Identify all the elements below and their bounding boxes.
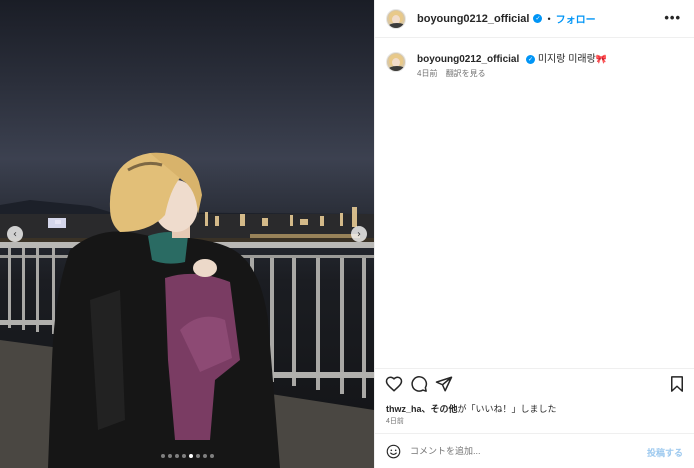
liked-by-text: thwz_ha、その他が「いいね！」しました <box>386 402 557 415</box>
verified-badge-icon: ✓ <box>533 14 543 23</box>
header-separator: • <box>547 13 551 24</box>
share-icon[interactable] <box>435 375 453 393</box>
post-date[interactable]: 4日前 <box>386 416 404 426</box>
heart-icon[interactable] <box>385 375 403 393</box>
carousel-dot <box>181 454 186 458</box>
carousel-dot <box>202 454 207 458</box>
more-icon[interactable]: ••• <box>664 10 681 25</box>
carousel-dot <box>167 454 172 458</box>
liked-by-suffix: が「いいね！」しました <box>457 404 557 414</box>
liked-by-others-link[interactable]: 、その他 <box>422 404 458 414</box>
caption-time: 4日前 <box>417 69 438 78</box>
carousel-indicator <box>0 454 374 458</box>
emoji-icon[interactable] <box>386 444 401 459</box>
author-username[interactable]: boyoung0212_official <box>417 13 529 25</box>
carousel-next-button[interactable]: › <box>351 226 367 242</box>
carousel-prev-button[interactable]: ‹ <box>7 226 23 242</box>
post-caption: boyoung0212_official ✓ 미지랑 미래랑🎀 4日前 翻訳を見… <box>386 52 686 79</box>
carousel-dot <box>160 454 165 458</box>
carousel-dot <box>209 454 214 458</box>
bookmark-icon[interactable] <box>668 375 686 393</box>
liked-by-user-link[interactable]: thwz_ha <box>386 404 422 414</box>
follow-button[interactable]: フォロー <box>556 11 596 26</box>
comment-bar: 投稿する <box>375 433 694 468</box>
post-actions <box>375 368 694 398</box>
photo-scene <box>0 152 374 468</box>
caption-text: 미지랑 미래랑 <box>537 54 596 65</box>
post-photo[interactable]: ‹ › <box>0 0 374 468</box>
carousel-dot <box>174 454 179 458</box>
ribbon-emoji-icon: 🎀 <box>595 54 608 64</box>
post-header: boyoung0212_official ✓ • フォロー ••• <box>375 0 694 38</box>
post-comment-button[interactable]: 投稿する <box>647 446 683 459</box>
post-sidebar: boyoung0212_official ✓ • フォロー ••• boyoun… <box>374 0 694 468</box>
caption-username[interactable]: boyoung0212_official <box>417 54 519 65</box>
author-avatar[interactable] <box>386 8 406 29</box>
verified-badge-icon: ✓ <box>526 54 536 64</box>
carousel-dot-active <box>188 454 193 458</box>
carousel-dot <box>195 454 200 458</box>
see-translation-link[interactable]: 翻訳を見る <box>446 69 486 78</box>
caption-avatar[interactable] <box>386 52 406 72</box>
comment-input[interactable] <box>410 446 640 456</box>
comment-icon[interactable] <box>410 375 428 393</box>
